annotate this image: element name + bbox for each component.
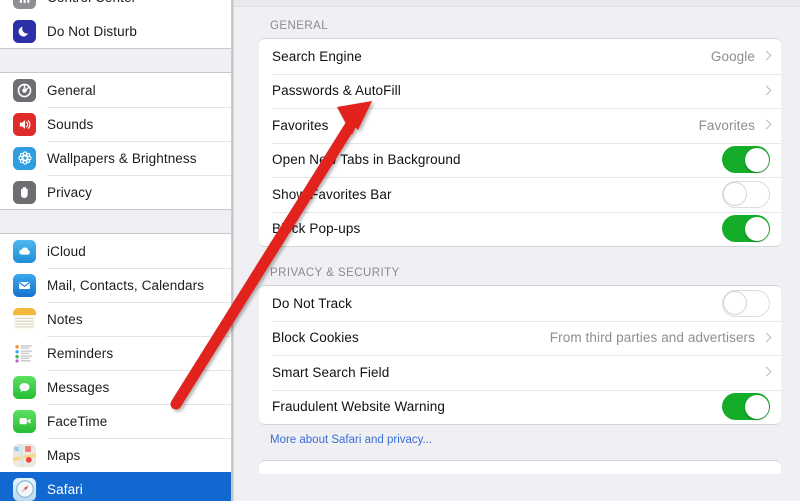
row-do-not-track[interactable]: Do Not Track <box>259 286 781 321</box>
sidebar-group-1: General Sounds <box>0 73 234 209</box>
compass-icon <box>13 478 36 501</box>
more-about-safari-privacy-link[interactable]: More about Safari and privacy... <box>259 425 781 446</box>
chevron-right-icon <box>763 85 770 97</box>
sidebar-item-sounds[interactable]: Sounds <box>0 107 234 141</box>
pane-top-edge <box>234 0 800 7</box>
row-label: Block Pop-ups <box>272 221 360 236</box>
toggle-show-favorites-bar[interactable] <box>722 181 770 208</box>
sidebar-item-notes[interactable]: Notes <box>0 302 234 336</box>
row-label: Do Not Track <box>272 296 352 311</box>
toggle-fraudulent-website-warning[interactable] <box>722 393 770 420</box>
row-label: Open New Tabs in Background <box>272 152 461 167</box>
chevron-right-icon <box>763 366 770 378</box>
sidebar-group-2: iCloud Mail, Contacts, Calendars <box>0 234 234 501</box>
toggle-do-not-track[interactable] <box>722 290 770 317</box>
toggle-block-pop-ups[interactable] <box>722 215 770 242</box>
row-fraudulent-website-warning[interactable]: Fraudulent Website Warning <box>259 390 781 425</box>
toggle-knob <box>745 148 769 172</box>
row-label: Search Engine <box>272 49 362 64</box>
sidebar-item-privacy[interactable]: Privacy <box>0 175 234 209</box>
sidebar-item-do-not-disturb[interactable]: Do Not Disturb <box>0 14 234 48</box>
hand-icon <box>13 181 36 204</box>
sidebar-item-label: Sounds <box>47 117 93 132</box>
speech-bubble-icon <box>13 376 36 399</box>
flower-icon <box>13 147 36 170</box>
sidebar-item-label: Safari <box>47 482 83 497</box>
toggle-knob <box>723 291 747 315</box>
privacy-security-card: Do Not Track Block Cookies From third pa… <box>259 285 781 425</box>
row-label: Show Favorites Bar <box>272 187 392 202</box>
checklist-icon <box>13 342 36 365</box>
sidebar-item-label: Privacy <box>47 185 92 200</box>
sidebar-item-facetime[interactable]: FaceTime <box>0 404 234 438</box>
sidebar-group-divider <box>0 209 234 234</box>
sidebar-group-0: Control Center Do Not Disturb <box>0 0 234 48</box>
row-block-cookies[interactable]: Block Cookies From third parties and adv… <box>259 321 781 356</box>
row-value: Favorites <box>699 118 755 133</box>
sidebar-item-label: General <box>47 83 96 98</box>
video-camera-icon <box>13 410 36 433</box>
section-header-general: GENERAL <box>259 20 781 38</box>
sidebar-item-mail[interactable]: Mail, Contacts, Calendars <box>0 268 234 302</box>
sidebar-item-label: iCloud <box>47 244 86 259</box>
chevron-right-icon <box>763 50 770 62</box>
envelope-icon <box>13 274 36 297</box>
sidebar-item-label: Notes <box>47 312 83 327</box>
map-icon <box>13 444 36 467</box>
row-passwords-autofill[interactable]: Passwords & AutoFill <box>259 74 781 109</box>
toggle-knob <box>723 182 747 206</box>
row-open-new-tabs-in-background[interactable]: Open New Tabs in Background <box>259 143 781 178</box>
settings-detail-pane: GENERAL Search Engine Google Passwords &… <box>234 0 800 501</box>
row-label: Favorites <box>272 118 328 133</box>
sidebar-item-label: Control Center <box>47 0 136 5</box>
sidebar-item-label: FaceTime <box>47 414 107 429</box>
section-header-privacy-security: PRIVACY & SECURITY <box>259 267 781 285</box>
row-label: Fraudulent Website Warning <box>272 399 445 414</box>
sidebar-item-maps[interactable]: Maps <box>0 438 234 472</box>
sidebar-item-label: Wallpapers & Brightness <box>47 151 197 166</box>
settings-sidebar[interactable]: Control Center Do Not Disturb <box>0 0 234 501</box>
row-label: Passwords & AutoFill <box>272 83 401 98</box>
row-smart-search-field[interactable]: Smart Search Field <box>259 355 781 390</box>
gear-icon <box>13 79 36 102</box>
general-settings-card: Search Engine Google Passwords & AutoFil… <box>259 38 781 247</box>
cloud-icon <box>13 240 36 263</box>
row-label: Smart Search Field <box>272 365 389 380</box>
sidebar-group-divider <box>0 48 234 73</box>
row-favorites[interactable]: Favorites Favorites <box>259 108 781 143</box>
sidebar-item-label: Maps <box>47 448 80 463</box>
chevron-right-icon <box>763 119 770 131</box>
row-show-favorites-bar[interactable]: Show Favorites Bar <box>259 177 781 212</box>
row-label: Block Cookies <box>272 330 359 345</box>
toggle-open-new-tabs-in-background[interactable] <box>722 146 770 173</box>
moon-icon <box>13 20 36 43</box>
settings-window: Control Center Do Not Disturb <box>0 0 800 501</box>
sidebar-item-label: Reminders <box>47 346 113 361</box>
row-value: From third parties and advertisers <box>550 330 755 345</box>
next-section-card-partial <box>259 460 781 474</box>
toggle-knob <box>745 217 769 241</box>
row-block-pop-ups[interactable]: Block Pop-ups <box>259 212 781 247</box>
sidebar-item-label: Messages <box>47 380 109 395</box>
control-center-icon <box>13 0 36 9</box>
sidebar-item-label: Mail, Contacts, Calendars <box>47 278 204 293</box>
row-value: Google <box>711 49 755 64</box>
notepad-icon <box>13 308 36 331</box>
toggle-knob <box>745 395 769 419</box>
sidebar-item-reminders[interactable]: Reminders <box>0 336 234 370</box>
row-search-engine[interactable]: Search Engine Google <box>259 39 781 74</box>
sidebar-item-general[interactable]: General <box>0 73 234 107</box>
speaker-icon <box>13 113 36 136</box>
chevron-right-icon <box>763 332 770 344</box>
sidebar-item-control-center[interactable]: Control Center <box>0 0 234 14</box>
sidebar-item-safari[interactable]: Safari <box>0 472 234 501</box>
sidebar-item-label: Do Not Disturb <box>47 24 137 39</box>
sidebar-item-wallpapers[interactable]: Wallpapers & Brightness <box>0 141 234 175</box>
sidebar-item-icloud[interactable]: iCloud <box>0 234 234 268</box>
sidebar-item-messages[interactable]: Messages <box>0 370 234 404</box>
